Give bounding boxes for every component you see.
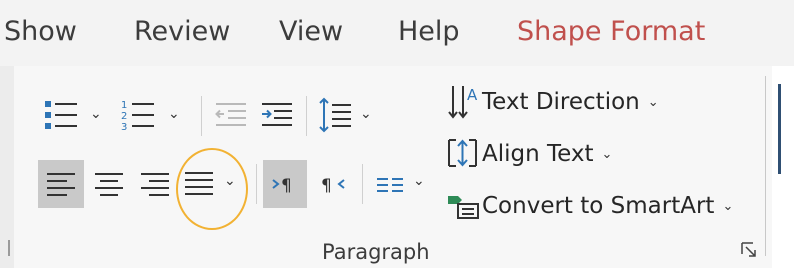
left-edge-mark [8,240,10,256]
adjacent-group-mark [778,84,781,174]
paragraph-group-label: Paragraph [322,240,430,264]
align-center-button[interactable] [86,160,132,208]
tab-view[interactable]: View [279,16,343,47]
align-text-icon [448,139,477,167]
text-direction-button[interactable]: A Text Direction ⌄ [446,80,659,124]
align-center-icon [95,173,123,196]
bullets-button[interactable] [40,95,82,135]
text-direction-dropdown-chevron[interactable]: ⌄ [648,95,659,110]
justify-icon [185,172,213,195]
justify-button[interactable] [178,160,220,208]
left-to-right-icon: ¶ [272,176,292,196]
group-divider [765,76,766,256]
align-text-button[interactable]: Align Text ⌄ [446,132,612,176]
separator [306,96,307,136]
right-to-left-icon: ¶ [321,176,345,196]
line-spacing-button[interactable] [314,93,356,137]
align-left-icon [47,173,75,196]
svg-text:A: A [467,86,478,104]
align-left-button[interactable] [38,160,84,208]
numbering-dropdown-chevron[interactable]: ⌄ [168,106,180,122]
smartart-icon [448,196,479,219]
svg-text:¶: ¶ [281,176,292,196]
bullets-dropdown-chevron[interactable]: ⌄ [90,106,102,122]
dialog-launcher-icon [741,242,756,257]
tab-help[interactable]: Help [398,16,460,47]
align-text-label: Align Text [482,141,594,167]
decrease-indent-button[interactable] [210,95,252,135]
tab-shape-format[interactable]: Shape Format [517,16,705,47]
svg-text:2: 2 [121,111,127,122]
adjacent-group-edge [772,66,794,268]
left-panel-edge [0,66,14,268]
right-to-left-button[interactable]: ¶ [311,160,355,208]
separator [201,96,202,136]
columns-button[interactable] [370,160,410,208]
svg-text:¶: ¶ [321,176,332,196]
convert-to-smartart-dropdown-chevron[interactable]: ⌄ [722,199,733,214]
align-right-icon [141,173,169,196]
line-spacing-dropdown-chevron[interactable]: ⌄ [360,106,372,122]
increase-indent-icon [262,103,292,126]
numbering-button[interactable]: 1 2 3 [117,95,159,135]
separator [362,164,363,204]
columns-dropdown-chevron[interactable]: ⌄ [413,173,425,189]
tab-review[interactable]: Review [134,16,230,47]
ribbon-tab-bar: Show Review View Help Shape Format [0,0,794,66]
increase-indent-button[interactable] [256,95,298,135]
paragraph-dialog-launcher[interactable] [741,242,757,258]
justify-dropdown-chevron[interactable]: ⌄ [224,173,236,189]
convert-to-smartart-label: Convert to SmartArt [482,193,715,219]
bulleted-list-icon [45,101,77,129]
line-spacing-icon [319,97,351,133]
text-direction-label: Text Direction [482,89,640,115]
align-text-dropdown-chevron[interactable]: ⌄ [602,147,613,162]
numbered-list-icon: 1 2 3 [121,100,154,132]
svg-text:1: 1 [121,100,127,111]
svg-text:3: 3 [121,122,127,132]
text-direction-icon: A [448,86,478,119]
convert-to-smartart-button[interactable]: Convert to SmartArt ⌄ [446,184,733,228]
left-to-right-button[interactable]: ¶ [263,160,307,208]
decrease-indent-icon [215,103,246,126]
columns-icon [377,178,403,192]
align-right-button[interactable] [132,160,178,208]
tab-show[interactable]: Show [4,16,77,47]
separator [256,164,257,204]
